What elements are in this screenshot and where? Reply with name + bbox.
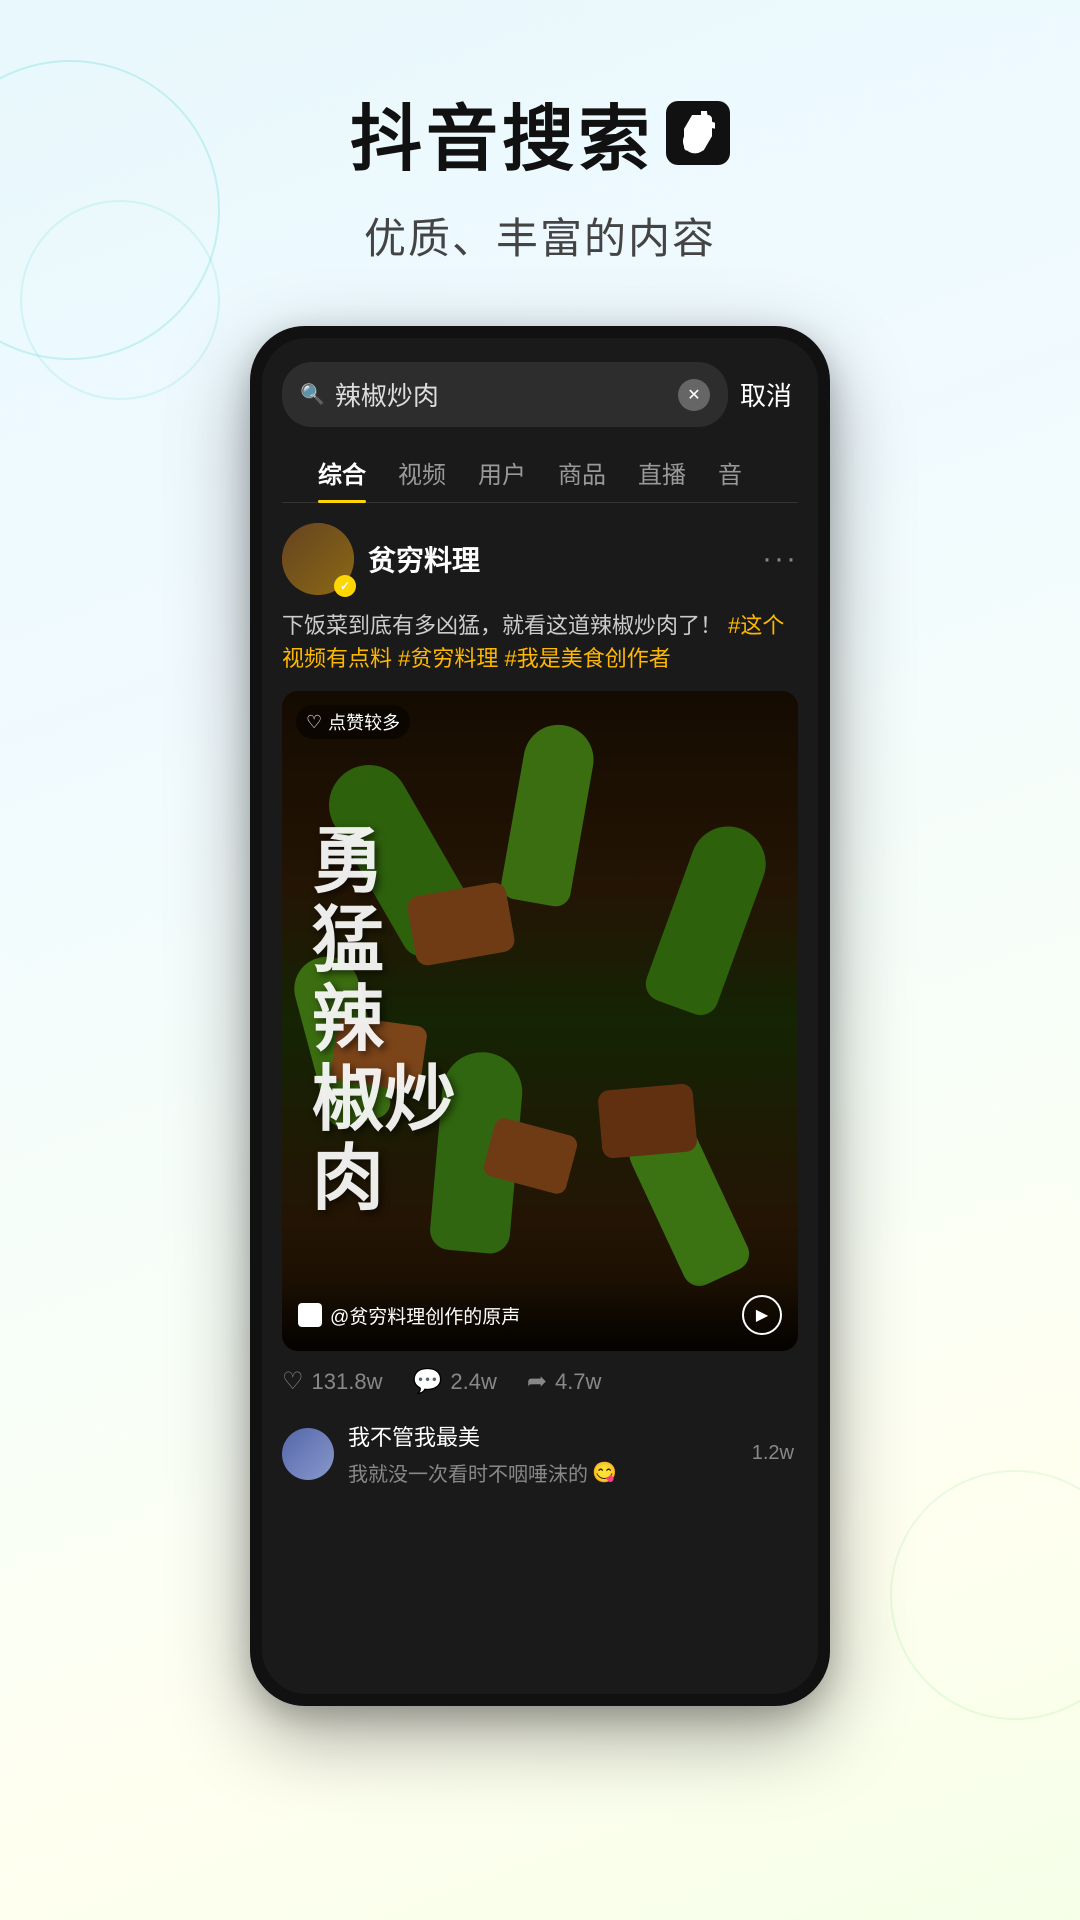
next-user-desc: 我就没一次看时不咽唾沫的 😋 xyxy=(348,1458,617,1487)
comment-icon: 💬 xyxy=(412,1367,442,1396)
shares-count: 4.7w xyxy=(555,1369,601,1395)
verified-badge: ✓ xyxy=(334,575,356,597)
tiktok-small-icon: ♪ xyxy=(298,1303,322,1327)
calli-line-3: 辣 xyxy=(312,981,384,1060)
sub-title: 优质、丰富的内容 xyxy=(0,205,1080,266)
phone-wrapper: 🔍 辣椒炒肉 ✕ 取消 综合 视频 用户 xyxy=(0,326,1080,1706)
account-name[interactable]: 贫穷料理 xyxy=(368,539,480,579)
stats-row: ♡ 131.8w 💬 2.4w ➦ 4.7w xyxy=(282,1351,798,1410)
video-badge: ♡ 点赞较多 xyxy=(296,705,410,739)
share-icon: ➦ xyxy=(527,1367,547,1396)
calli-line-2: 猛 xyxy=(312,902,384,981)
comments-stat: 💬 2.4w xyxy=(412,1367,496,1396)
heart-icon: ♡ xyxy=(282,1367,304,1396)
shares-stat: ➦ 4.7w xyxy=(527,1367,602,1396)
next-count-badge: 1.2w xyxy=(752,1442,798,1465)
video-calligraphy-overlay: 勇 猛 辣 椒炒 肉 xyxy=(282,691,798,1351)
next-user-name: 我不管我最美 xyxy=(348,1420,617,1452)
phone-frame: 🔍 辣椒炒肉 ✕ 取消 综合 视频 用户 xyxy=(250,326,830,1706)
description-text: 下饭菜到底有多凶猛，就看这道辣椒炒肉了！ #这个视频有点料 #贫穷料理 #我是美… xyxy=(282,609,798,675)
tab-综合[interactable]: 综合 xyxy=(302,443,382,502)
video-card[interactable]: ♡ 点赞较多 勇 猛 辣 椒炒 肉 ♪ xyxy=(282,691,798,1351)
tiktok-logo-icon xyxy=(666,101,730,165)
avatar-wrap: ✓ xyxy=(282,523,354,595)
search-bar-row: 🔍 辣椒炒肉 ✕ 取消 xyxy=(282,362,798,427)
account-left: ✓ 贫穷料理 xyxy=(282,523,480,595)
next-emoji: 😋 xyxy=(592,1460,617,1485)
search-icon: 🔍 xyxy=(300,382,325,407)
desc-main: 下饭菜到底有多凶猛，就看这道辣椒炒肉了！ xyxy=(282,613,722,638)
next-user-text: 我不管我最美 我就没一次看时不咽唾沫的 😋 xyxy=(348,1420,617,1487)
tab-音[interactable]: 音 xyxy=(702,443,758,502)
title-text: 抖音搜索 xyxy=(350,80,654,185)
calli-line-5: 肉 xyxy=(312,1140,384,1219)
heart-badge-icon: ♡ xyxy=(306,712,322,733)
more-options-button[interactable]: ··· xyxy=(762,542,798,576)
next-result-row: 我不管我最美 我就没一次看时不咽唾沫的 😋 1.2w xyxy=(282,1410,798,1487)
search-bar[interactable]: 🔍 辣椒炒肉 ✕ xyxy=(282,362,728,427)
tab-用户[interactable]: 用户 xyxy=(462,443,542,502)
audio-info: ♪ @贫穷料理创作的原声 xyxy=(298,1302,520,1329)
search-query-text: 辣椒炒肉 xyxy=(335,376,668,413)
badge-text: 点赞较多 xyxy=(328,709,400,735)
search-area: 🔍 辣椒炒肉 ✕ 取消 综合 视频 用户 xyxy=(262,338,818,503)
phone-screen: 🔍 辣椒炒肉 ✕ 取消 综合 视频 用户 xyxy=(262,338,818,1694)
likes-stat: ♡ 131.8w xyxy=(282,1367,382,1396)
audio-label: @贫穷料理创作的原声 xyxy=(330,1302,520,1329)
comments-count: 2.4w xyxy=(450,1369,496,1395)
clear-search-button[interactable]: ✕ xyxy=(678,379,710,411)
next-user-avatar xyxy=(282,1428,334,1480)
content-area: ✓ 贫穷料理 ··· 下饭菜到底有多凶猛，就看这道辣椒炒肉了！ #这个视频有点料… xyxy=(262,503,818,1694)
likes-count: 131.8w xyxy=(312,1369,383,1395)
next-desc-text: 我就没一次看时不咽唾沫的 xyxy=(348,1458,588,1487)
video-bottom-bar: ♪ @贫穷料理创作的原声 ▶ xyxy=(282,1279,798,1351)
account-row: ✓ 贫穷料理 ··· xyxy=(282,523,798,595)
play-button[interactable]: ▶ xyxy=(742,1295,782,1335)
tab-视频[interactable]: 视频 xyxy=(382,443,462,502)
calli-line-1: 勇 xyxy=(312,823,384,902)
tab-商品[interactable]: 商品 xyxy=(542,443,622,502)
calli-line-4: 椒炒 xyxy=(312,1061,456,1140)
header-section: 抖音搜索 优质、丰富的内容 xyxy=(0,0,1080,266)
tabs-row: 综合 视频 用户 商品 直播 音 xyxy=(282,427,798,503)
main-title: 抖音搜索 xyxy=(0,80,1080,185)
tab-直播[interactable]: 直播 xyxy=(622,443,702,502)
cancel-button[interactable]: 取消 xyxy=(740,376,798,413)
